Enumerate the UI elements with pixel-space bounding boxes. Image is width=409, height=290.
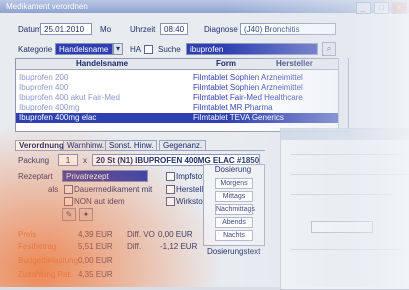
festbetrag-value: 5,51 EUR — [78, 242, 113, 251]
dosierungstext-label: Dosierungstext — [207, 247, 261, 256]
rezeptart-select[interactable]: Privatrezept — [62, 170, 148, 182]
column-form[interactable]: Form — [216, 59, 236, 69]
dosage-nachts-button[interactable]: Nachts — [215, 230, 253, 241]
maximize-button[interactable]: □ — [373, 2, 389, 14]
impfstoff-label: Impfstoff — [176, 172, 207, 181]
ha-label: HA — [130, 45, 142, 54]
dosage-abends-button[interactable]: Abends — [215, 217, 253, 228]
dosage-nachmittags-button[interactable]: Nachmittags — [215, 204, 255, 215]
uhrzeit-field[interactable]: 08:40 — [160, 23, 188, 35]
packung-quantity[interactable]: 1 — [58, 154, 78, 166]
background-window-titlebar — [281, 129, 409, 140]
divider — [291, 174, 409, 175]
uhrzeit-label: Uhrzeit — [130, 25, 156, 34]
title-bar: Medikament verordnen _ □ × — [0, 0, 409, 14]
datum-field[interactable]: 25.01.2010 — [40, 23, 92, 35]
rezeptart-label: Rezeptart — [18, 172, 53, 181]
row-name: Ibuprofen 400 — [19, 83, 69, 92]
datum-label: Datum — [18, 25, 42, 34]
medication-table: Handelsname Form Hersteller Ibuprofen 20… — [15, 58, 349, 132]
diagnose-field[interactable]: (J40) Bronchitis — [240, 23, 336, 35]
window-controls: _ □ × — [355, 1, 407, 14]
magic-wand-icon: ✦ — [82, 210, 90, 219]
zuzahlung-label: Zuzahlung Pat. — [18, 270, 72, 279]
row-name: Ibuprofen 200 — [19, 73, 69, 82]
hersteller-checkbox[interactable] — [166, 185, 175, 194]
table-row[interactable]: Ibuprofen 400mg Filmtablet MR Pharma — [16, 103, 348, 113]
budget-value: 0,00 EUR — [78, 256, 113, 265]
preis-label: Preis — [18, 230, 37, 239]
budget-label: Budgetbelastung — [18, 256, 79, 265]
row-form: Filmtablet Fair-Med Healthcare — [193, 93, 303, 102]
background-window — [280, 128, 409, 290]
preis-value: 4,39 EUR — [78, 230, 113, 239]
impfstoff-checkbox[interactable] — [166, 172, 175, 181]
dosage-morgens-button[interactable]: Morgens — [215, 178, 253, 189]
row-form: Filmtablet TEVA Generics — [193, 113, 284, 122]
kategorie-dropdown-button[interactable]: ▾ — [113, 43, 123, 55]
diff-vo-label: Diff. VO — [127, 230, 155, 239]
diagnose-label: Diagnose — [204, 25, 238, 34]
row-form: Filmtablet Sophien Arzneimittel — [193, 73, 303, 82]
column-hersteller[interactable]: Hersteller — [276, 59, 313, 69]
divider — [291, 154, 401, 155]
pencil-icon: ✎ — [65, 210, 73, 219]
lookup-button[interactable]: ✦ — [79, 208, 93, 221]
diff-label: Diff. — [127, 242, 142, 251]
dosage-mittags-button[interactable]: Mittags — [215, 191, 253, 202]
non-aut-idem-label: NON aut idem — [74, 197, 125, 206]
table-scrollbar[interactable] — [338, 58, 348, 130]
dauermedikament-checkbox[interactable] — [64, 185, 73, 194]
non-aut-idem-checkbox[interactable] — [64, 197, 73, 206]
wirkstoff-checkbox[interactable] — [166, 197, 175, 206]
table-row-selected[interactable]: Ibuprofen 400mg elac Filmtablet TEVA Gen… — [16, 113, 348, 123]
festbetrag-label: Festbetrag — [18, 242, 57, 251]
close-button[interactable]: × — [392, 2, 407, 14]
search-button[interactable]: ⌕ — [322, 42, 336, 56]
column-handelsname[interactable]: Handelsname — [76, 59, 128, 69]
dauermedikament-label: Dauermedikament mit — [74, 185, 153, 194]
row-name: Ibuprofen 400mg — [19, 103, 80, 112]
table-row[interactable]: Ibuprofen 400 akut Fair-Med Filmtablet F… — [16, 93, 348, 103]
packung-x: x — [83, 156, 87, 165]
row-form: Filmtablet Sophien Arzneimittel — [193, 83, 303, 92]
table-row[interactable]: Ibuprofen 200 Filmtablet Sophien Arzneim… — [16, 73, 348, 83]
kategorie-label: Kategorie — [18, 45, 53, 54]
ha-checkbox[interactable] — [144, 45, 153, 54]
diff-vo-value: 0,00 EUR — [158, 230, 193, 239]
table-row[interactable]: Ibuprofen 400 Filmtablet Sophien Arzneim… — [16, 83, 348, 93]
search-input[interactable]: ibuprofen — [186, 43, 318, 55]
divider — [291, 249, 401, 250]
table-header: Handelsname Form Hersteller — [16, 59, 348, 70]
kategorie-select[interactable]: Handelsname — [55, 43, 113, 55]
row-name: Ibuprofen 400 akut Fair-Med — [19, 93, 120, 102]
window-title: Medikament verordnen — [6, 2, 88, 11]
zuzahlung-value: 4,35 EUR — [78, 270, 113, 279]
search-icon: ⌕ — [326, 44, 332, 53]
row-name: Ibuprofen 400mg elac — [19, 113, 97, 122]
edit-button[interactable]: ✎ — [62, 208, 76, 221]
weekday-label: Mo — [100, 25, 112, 34]
als-label: als — [48, 185, 59, 194]
minimize-button[interactable]: _ — [355, 2, 371, 14]
row-form: Filmtablet MR Pharma — [193, 103, 273, 112]
dosierung-title: Dosierung — [214, 165, 252, 174]
background-field — [311, 221, 373, 233]
packung-label: Packung — [18, 156, 50, 165]
chevron-down-icon: ▾ — [115, 44, 120, 53]
divider — [291, 194, 391, 195]
suche-label: Suche — [158, 45, 181, 54]
diff-value: -1,12 EUR — [160, 242, 198, 251]
